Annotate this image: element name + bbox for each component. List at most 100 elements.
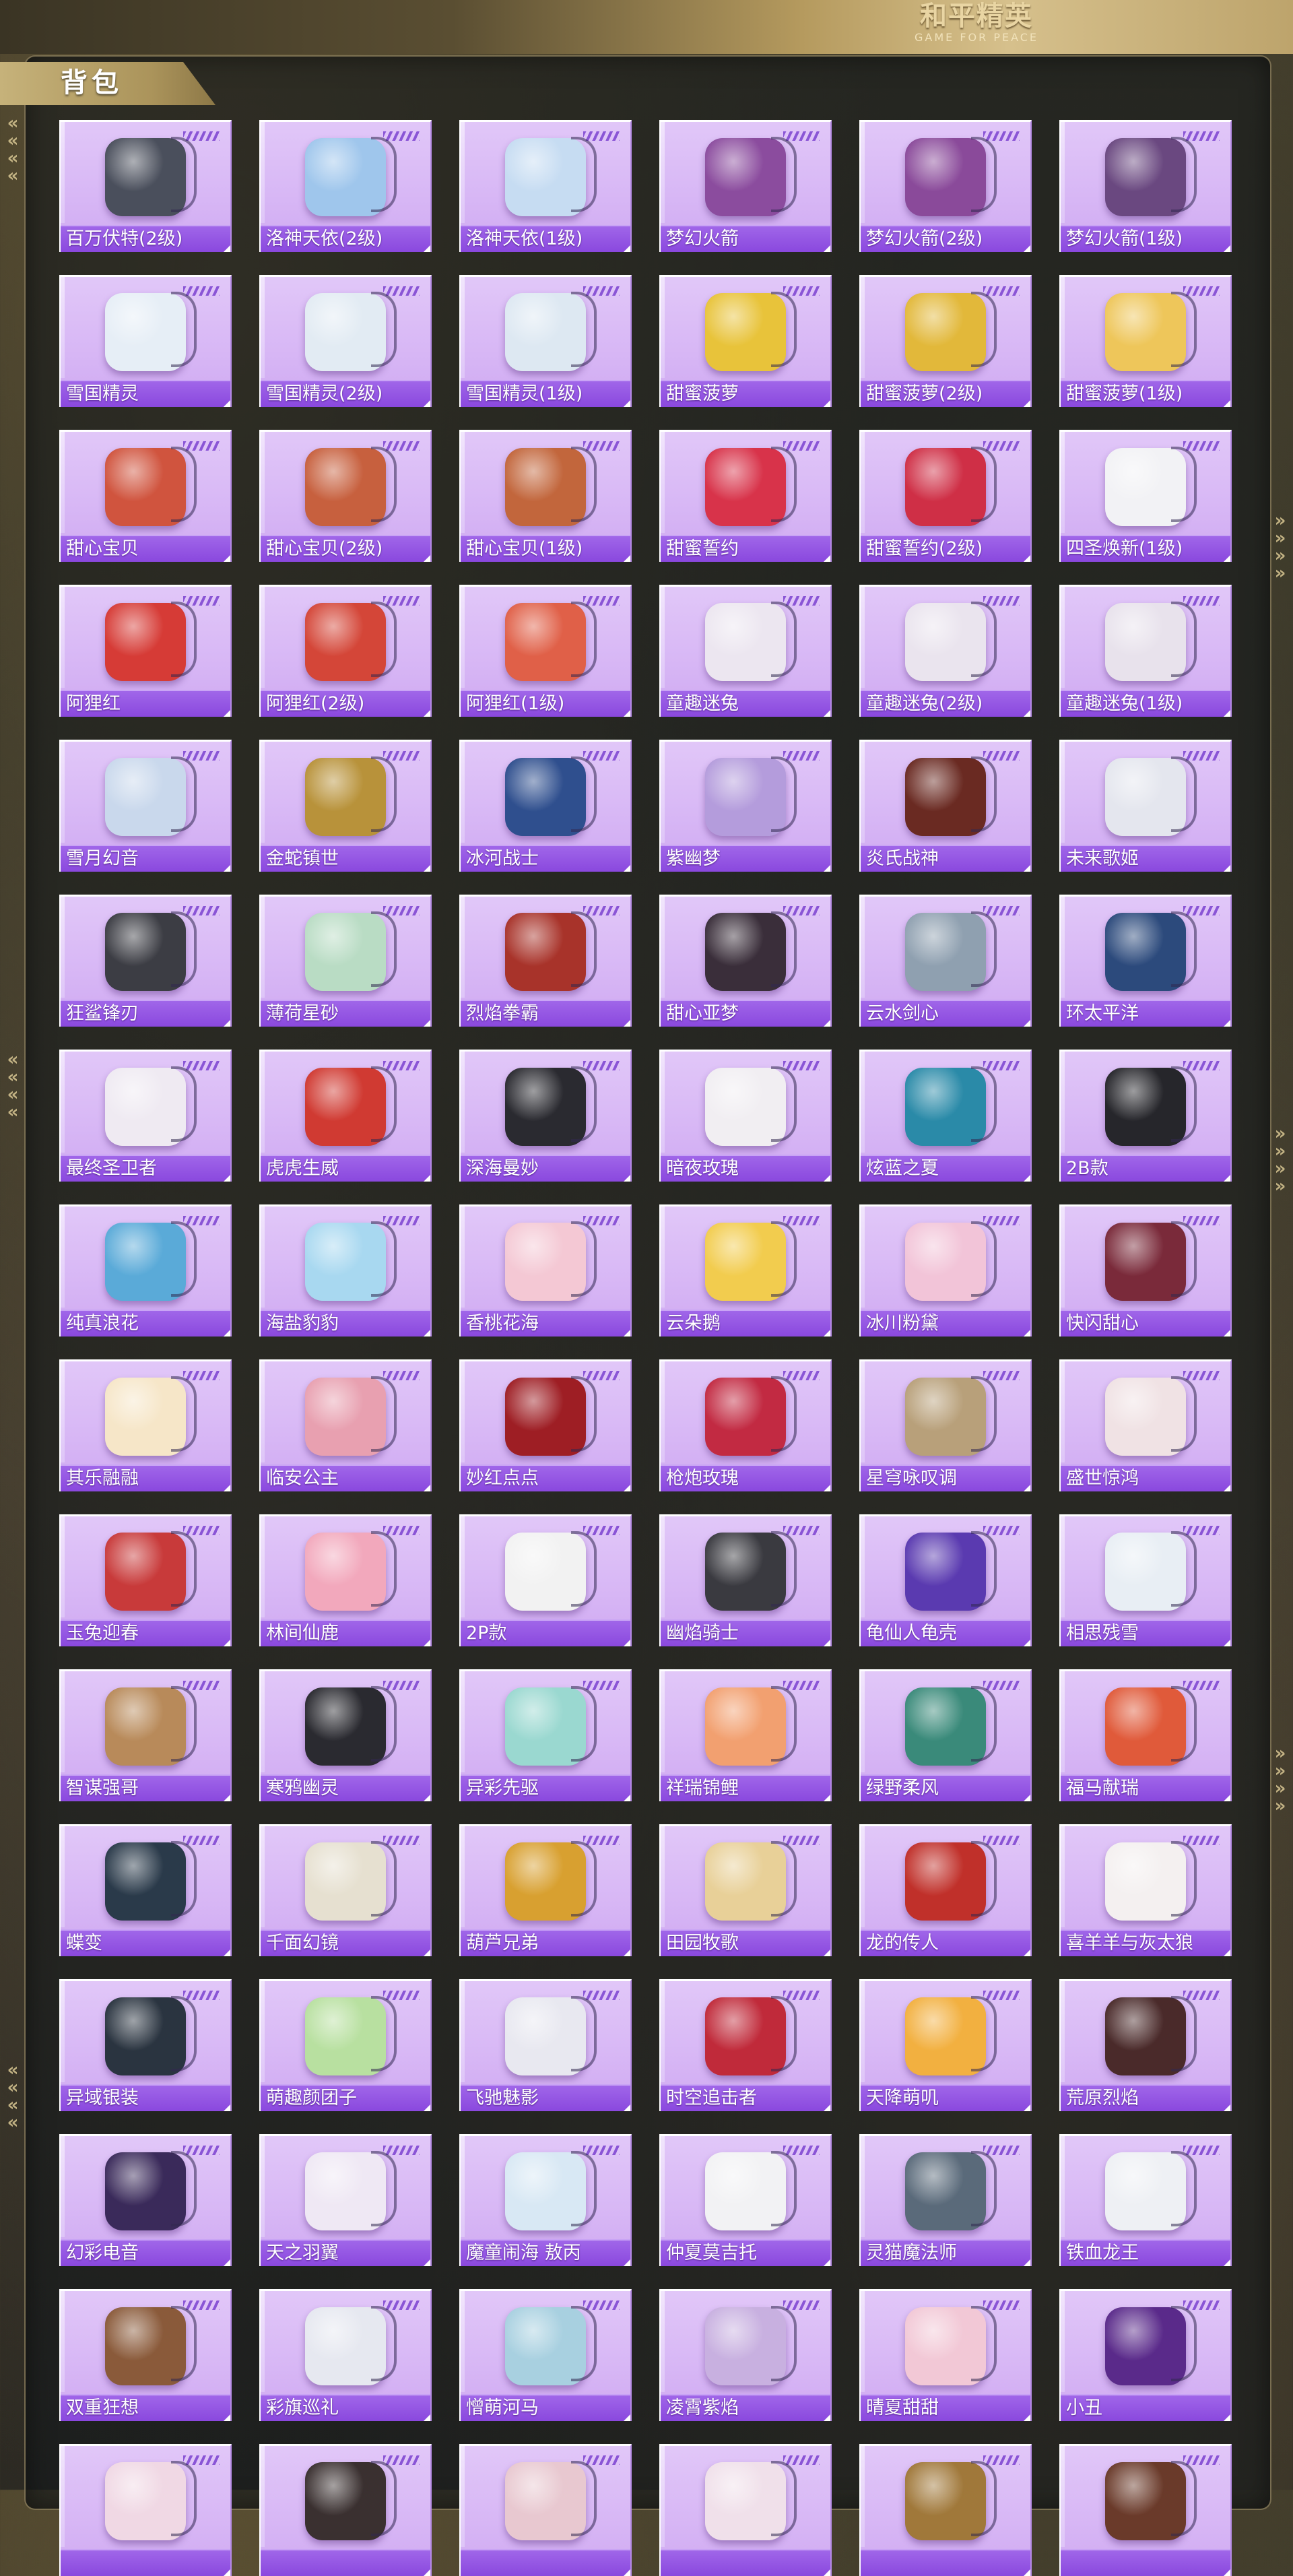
backpack-card[interactable] — [1059, 2444, 1232, 2576]
backpack-card[interactable]: 千面幻镜 — [259, 1824, 432, 1956]
backpack-card[interactable]: 虎虎生威 — [259, 1050, 432, 1182]
backpack-card[interactable]: 枪炮玫瑰 — [659, 1359, 832, 1491]
backpack-card[interactable]: 萌趣颜团子 — [259, 1979, 432, 2111]
backpack-card[interactable]: 祥瑞锦鲤 — [659, 1669, 832, 1801]
backpack-card[interactable]: 四圣焕新(1级) — [1059, 430, 1232, 562]
backpack-card[interactable]: 天降萌叽 — [859, 1979, 1032, 2111]
backpack-card[interactable]: 雪国精灵(1级) — [459, 275, 632, 407]
backpack-card[interactable]: 林间仙鹿 — [259, 1514, 432, 1646]
backpack-card[interactable]: 云水剑心 — [859, 895, 1032, 1027]
backpack-card[interactable]: 相思残雪 — [1059, 1514, 1232, 1646]
backpack-card[interactable] — [259, 2444, 432, 2576]
backpack-card[interactable]: 快闪甜心 — [1059, 1204, 1232, 1337]
backpack-card[interactable]: 幻彩电音 — [59, 2134, 232, 2266]
backpack-card[interactable]: 寒鸦幽灵 — [259, 1669, 432, 1801]
backpack-card[interactable]: 甜蜜菠萝(2级) — [859, 275, 1032, 407]
backpack-card[interactable]: 阿狸红(2级) — [259, 585, 432, 717]
backpack-card[interactable]: 甜心宝贝 — [59, 430, 232, 562]
backpack-card[interactable] — [859, 2444, 1032, 2576]
backpack-card[interactable]: 冰川粉黛 — [859, 1204, 1032, 1337]
backpack-card[interactable] — [459, 2444, 632, 2576]
backpack-card[interactable]: 童趣迷兔(2级) — [859, 585, 1032, 717]
backpack-card[interactable]: 烈焰拳霸 — [459, 895, 632, 1027]
backpack-card[interactable]: 海盐豹豹 — [259, 1204, 432, 1337]
backpack-card[interactable]: 梦幻火箭(2级) — [859, 120, 1032, 252]
backpack-card[interactable]: 狂鲨锋刃 — [59, 895, 232, 1027]
backpack-card[interactable]: 双重狂想 — [59, 2289, 232, 2421]
backpack-card[interactable]: 2B款 — [1059, 1050, 1232, 1182]
card-stripes-decoration — [783, 596, 820, 606]
backpack-card[interactable]: 盛世惊鸿 — [1059, 1359, 1232, 1491]
backpack-card[interactable]: 炫蓝之夏 — [859, 1050, 1032, 1182]
backpack-card[interactable]: 童趣迷兔 — [659, 585, 832, 717]
backpack-card[interactable]: 铁血龙王 — [1059, 2134, 1232, 2266]
backpack-card[interactable]: 幽焰骑士 — [659, 1514, 832, 1646]
backpack-card[interactable] — [659, 2444, 832, 2576]
backpack-card[interactable]: 甜蜜菠萝 — [659, 275, 832, 407]
backpack-card[interactable]: 甜蜜誓约 — [659, 430, 832, 562]
backpack-card[interactable]: 薄荷星砂 — [259, 895, 432, 1027]
backpack-card[interactable]: 梦幻火箭(1级) — [1059, 120, 1232, 252]
backpack-card[interactable]: 福马献瑞 — [1059, 1669, 1232, 1801]
backpack-card[interactable]: 异域银装 — [59, 1979, 232, 2111]
backpack-card[interactable]: 甜心亚梦 — [659, 895, 832, 1027]
backpack-card[interactable]: 喜羊羊与灰太狼 — [1059, 1824, 1232, 1956]
backpack-card[interactable]: 香桃花海 — [459, 1204, 632, 1337]
backpack-card[interactable]: 雪月幻音 — [59, 740, 232, 872]
backpack-card[interactable]: 洛神天依(1级) — [459, 120, 632, 252]
backpack-card[interactable]: 灵猫魔法师 — [859, 2134, 1032, 2266]
backpack-card[interactable]: 未来歌姬 — [1059, 740, 1232, 872]
backpack-card[interactable]: 雪国精灵 — [59, 275, 232, 407]
backpack-card[interactable]: 洛神天依(2级) — [259, 120, 432, 252]
backpack-card[interactable]: 荒原烈焰 — [1059, 1979, 1232, 2111]
backpack-card[interactable]: 紫幽梦 — [659, 740, 832, 872]
backpack-card[interactable]: 憎萌河马 — [459, 2289, 632, 2421]
backpack-card[interactable]: 仲夏莫吉托 — [659, 2134, 832, 2266]
backpack-card[interactable]: 葫芦兄弟 — [459, 1824, 632, 1956]
backpack-card[interactable]: 临安公主 — [259, 1359, 432, 1491]
backpack-card[interactable]: 梦幻火箭 — [659, 120, 832, 252]
backpack-card[interactable]: 凌霄紫焰 — [659, 2289, 832, 2421]
backpack-card[interactable]: 暗夜玫瑰 — [659, 1050, 832, 1182]
backpack-card[interactable]: 冰河战士 — [459, 740, 632, 872]
backpack-card[interactable]: 金蛇镇世 — [259, 740, 432, 872]
backpack-card[interactable]: 环太平洋 — [1059, 895, 1232, 1027]
backpack-card[interactable]: 龙的传人 — [859, 1824, 1032, 1956]
backpack-card[interactable]: 天之羽翼 — [259, 2134, 432, 2266]
backpack-card[interactable]: 云朵鹅 — [659, 1204, 832, 1337]
backpack-card[interactable]: 深海曼妙 — [459, 1050, 632, 1182]
backpack-card[interactable]: 炎氏战神 — [859, 740, 1032, 872]
backpack-card[interactable]: 2P款 — [459, 1514, 632, 1646]
item-name-bar: 阿狸红(1级) — [461, 690, 630, 717]
backpack-card[interactable]: 甜蜜誓约(2级) — [859, 430, 1032, 562]
backpack-card[interactable]: 魔童闹海 敖丙 — [459, 2134, 632, 2266]
backpack-card[interactable]: 纯真浪花 — [59, 1204, 232, 1337]
backpack-card[interactable]: 绿野柔风 — [859, 1669, 1032, 1801]
backpack-card[interactable]: 时空追击者 — [659, 1979, 832, 2111]
item-name: 童趣迷兔(1级) — [1066, 693, 1183, 714]
backpack-card[interactable]: 百万伏特(2级) — [59, 120, 232, 252]
backpack-card[interactable]: 甜蜜菠萝(1级) — [1059, 275, 1232, 407]
backpack-card[interactable]: 雪国精灵(2级) — [259, 275, 432, 407]
backpack-card[interactable]: 龟仙人龟壳 — [859, 1514, 1032, 1646]
backpack-card[interactable]: 晴夏甜甜 — [859, 2289, 1032, 2421]
backpack-card[interactable]: 彩旗巡礼 — [259, 2289, 432, 2421]
backpack-card[interactable]: 飞驰魅影 — [459, 1979, 632, 2111]
backpack-card[interactable]: 阿狸红(1级) — [459, 585, 632, 717]
backpack-card[interactable]: 玉兔迎春 — [59, 1514, 232, 1646]
backpack-card[interactable]: 智谋强哥 — [59, 1669, 232, 1801]
backpack-card[interactable] — [59, 2444, 232, 2576]
backpack-card[interactable]: 异彩先驱 — [459, 1669, 632, 1801]
backpack-card[interactable]: 甜心宝贝(1级) — [459, 430, 632, 562]
backpack-card[interactable]: 其乐融融 — [59, 1359, 232, 1491]
backpack-card[interactable]: 星穹咏叹调 — [859, 1359, 1032, 1491]
backpack-card[interactable]: 阿狸红 — [59, 585, 232, 717]
backpack-card[interactable]: 蝶变 — [59, 1824, 232, 1956]
backpack-card[interactable]: 田园牧歌 — [659, 1824, 832, 1956]
backpack-card[interactable]: 妙红点点 — [459, 1359, 632, 1491]
backpack-card[interactable]: 童趣迷兔(1级) — [1059, 585, 1232, 717]
backpack-card[interactable]: 小丑 — [1059, 2289, 1232, 2421]
backpack-card[interactable]: 最终圣卫者 — [59, 1050, 232, 1182]
item-name: 萌趣颜团子 — [266, 2088, 357, 2108]
backpack-card[interactable]: 甜心宝贝(2级) — [259, 430, 432, 562]
